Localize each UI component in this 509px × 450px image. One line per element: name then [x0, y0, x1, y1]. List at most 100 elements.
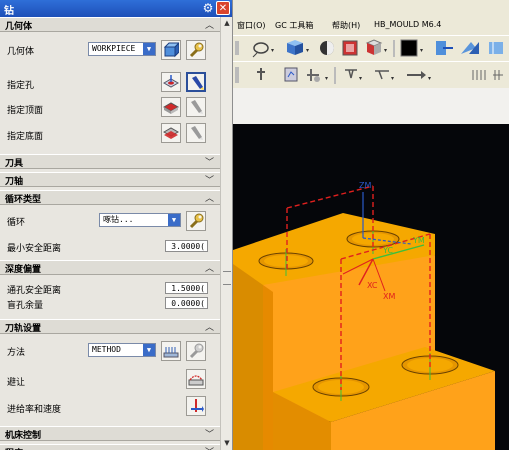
svg-text:▾: ▾: [271, 47, 274, 54]
section-header-cycle[interactable]: 循环类型 ︿: [0, 190, 220, 205]
svg-text:▾: ▾: [359, 75, 362, 82]
svg-text:▾: ▾: [391, 75, 394, 82]
section-view-icon: [365, 39, 383, 55]
section-header-axis[interactable]: 刀轴 ﹀: [0, 172, 220, 187]
output-icon: [407, 71, 426, 79]
chevron-down-icon: ▼: [143, 344, 155, 356]
blind-stock-input[interactable]: 0.0000(: [165, 297, 208, 309]
svg-text:▾: ▾: [384, 47, 387, 54]
cam-toolbar-icons: ▾ ▾ ▾ ▾: [235, 67, 503, 84]
dimension-icon: [489, 42, 503, 54]
method-select[interactable]: METHOD ▼: [88, 343, 156, 357]
postprocess-icon: [375, 70, 389, 80]
feed-speed-button[interactable]: [186, 396, 206, 416]
tool-list-icon: [493, 70, 503, 80]
svg-text:▾: ▾: [306, 47, 309, 54]
dialog-content: 几何体 ︿ 几何体 WORKPIECE ▼ 指定孔 指定顶面 指定底面 刀具 ﹀…: [0, 17, 220, 450]
section-header-geometry[interactable]: 几何体 ︿: [0, 17, 220, 32]
display-bottom-button[interactable]: [186, 123, 206, 143]
chevron-down-icon: ﹀: [204, 176, 214, 186]
wrench-icon: [189, 213, 204, 229]
verify-icon: [345, 69, 357, 79]
operation-icon-2: [284, 67, 298, 82]
hole-label: 指定孔: [7, 81, 35, 91]
cycle-select[interactable]: 啄钻... ▼: [99, 213, 181, 227]
section-header-program[interactable]: 程序 ﹀: [0, 444, 220, 450]
part-left-face: [233, 264, 263, 450]
avoidance-button[interactable]: [186, 369, 206, 389]
feed-rate-icon: [191, 399, 204, 412]
sphere-icon: [320, 41, 334, 55]
transform-icon: [461, 42, 479, 54]
dialog-title: 钻: [4, 6, 14, 17]
menu-window[interactable]: 窗口(O): [237, 20, 266, 31]
section-header-machine[interactable]: 机床控制 ﹀: [0, 426, 220, 441]
cycle-select-value: 啄钻...: [103, 215, 134, 224]
axis-label-zm: ZM: [359, 181, 371, 190]
specify-top-button[interactable]: [161, 97, 181, 117]
axis-label-yc: YC: [382, 246, 393, 255]
svg-text:▾: ▾: [420, 47, 423, 54]
new-method-button[interactable]: [161, 341, 181, 361]
method-select-value: METHOD: [92, 345, 121, 354]
section-label: 刀轨设置: [5, 324, 42, 334]
section-label: 循环类型: [5, 195, 42, 205]
through-clearance-input[interactable]: 1.5000(: [165, 282, 208, 294]
section-header-depth[interactable]: 深度偏置 ︿: [0, 260, 220, 275]
flashlight-icon: [191, 100, 203, 114]
menu-hb-mould[interactable]: HB_MOULD M6.4: [374, 20, 441, 29]
avoidance-icon: [188, 375, 204, 386]
section-label: 机床控制: [5, 431, 42, 441]
bottom-surface-label: 指定底面: [7, 132, 44, 142]
scroll-thumb[interactable]: [223, 271, 231, 285]
menu-help[interactable]: 帮助(H): [332, 20, 360, 31]
new-geometry-button[interactable]: [161, 40, 181, 60]
geometry-select[interactable]: WORKPIECE ▼: [88, 42, 156, 56]
drill-operation-dialog: 钻 ⚙ ✕ 几何体 ︿ 几何体 WORKPIECE ▼ 指定孔 指定顶面 指定底…: [0, 0, 233, 450]
svg-text:▾: ▾: [428, 75, 431, 82]
display-hole-button[interactable]: [186, 72, 206, 92]
dialog-scrollbar[interactable]: ▲ ▼: [220, 17, 232, 450]
edit-method-button[interactable]: [186, 341, 206, 361]
section-label: 刀轴: [5, 177, 24, 187]
section-header-path[interactable]: 刀轨设置 ︿: [0, 319, 220, 334]
close-icon[interactable]: ✕: [216, 1, 230, 15]
scroll-down-icon[interactable]: ▼: [222, 438, 232, 448]
cam-toolbar: ▾ ▾ ▾ ▾: [233, 61, 509, 90]
display-top-button[interactable]: [186, 97, 206, 117]
svg-text:▾: ▾: [325, 75, 328, 82]
section-header-tool[interactable]: 刀具 ﹀: [0, 154, 220, 169]
specify-hole-button[interactable]: [161, 72, 181, 92]
edit-cycle-button[interactable]: [186, 211, 206, 231]
chevron-down-icon: ﹀: [204, 158, 214, 168]
operation-icon-3: [307, 69, 320, 82]
through-clearance-label: 通孔安全距离: [7, 286, 62, 296]
axis-label-ym: YM: [412, 236, 425, 245]
min-clearance-input[interactable]: 3.0000(: [165, 240, 208, 252]
geometry-select-value: WORKPIECE: [92, 44, 136, 53]
new-geometry-icon: [163, 42, 179, 58]
section-label: 刀具: [5, 159, 24, 169]
gear-icon[interactable]: ⚙: [201, 1, 215, 15]
chevron-up-icon: ︿: [204, 21, 214, 31]
avoidance-label: 避让: [7, 378, 26, 388]
edit-geometry-button[interactable]: [186, 40, 206, 60]
operation-icon-1: [257, 68, 265, 80]
section-label: 几何体: [5, 22, 33, 32]
blind-stock-label: 盲孔余量: [7, 301, 44, 311]
view-toolbar-icons: ▾ ▾ ▾ ▾: [235, 39, 503, 58]
graphics-viewport[interactable]: ZM YM YC XC XM: [233, 124, 509, 450]
scroll-up-icon[interactable]: ▲: [222, 18, 232, 28]
specify-bottom-button[interactable]: [161, 123, 181, 143]
dialog-title-bar[interactable]: 钻 ⚙ ✕: [0, 0, 232, 17]
hole-icon: [163, 75, 179, 88]
part-step-edge: [263, 285, 273, 450]
method-icon: [163, 347, 179, 358]
graphics-window-header: [233, 88, 509, 124]
cube-icon: [287, 40, 303, 55]
menu-bar: 窗口(O) GC 工具箱 帮助(H) HB_MOULD M6.4: [233, 17, 509, 35]
menu-gc-toolbox[interactable]: GC 工具箱: [275, 20, 313, 31]
color-swatch-icon: [400, 39, 418, 57]
axis-label-xm: XM: [383, 292, 395, 301]
method-label: 方法: [7, 348, 26, 358]
